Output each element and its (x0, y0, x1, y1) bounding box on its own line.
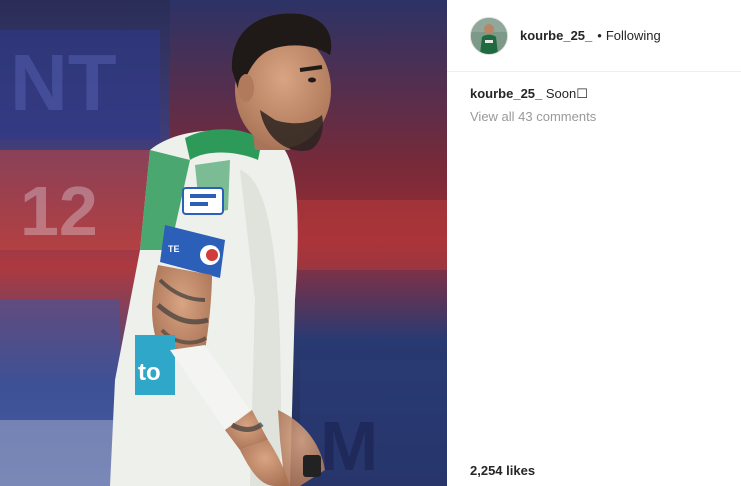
instagram-post: NT 12 M ΤΕ to kourbe_25_ • Following kou… (0, 0, 741, 486)
avatar-image (471, 17, 507, 54)
following-button[interactable]: Following (606, 28, 661, 43)
svg-text:12: 12 (20, 172, 98, 250)
svg-text:M: M (320, 407, 378, 485)
username-link[interactable]: kourbe_25_ (520, 28, 592, 43)
post-header: kourbe_25_ • Following (447, 0, 741, 72)
post-caption: kourbe_25_ Soon☐ (447, 72, 741, 103)
caption-text: Soon☐ (545, 86, 588, 101)
post-side-panel: kourbe_25_ • Following kourbe_25_ Soon☐ … (447, 0, 741, 486)
avatar[interactable] (470, 16, 508, 55)
svg-text:NT: NT (10, 38, 117, 127)
caption-username[interactable]: kourbe_25_ (470, 86, 542, 101)
likes-count[interactable]: 2,254 likes (470, 463, 535, 478)
header-separator: • (597, 28, 602, 43)
shirt-sponsor-text: to (138, 359, 161, 386)
post-photo[interactable]: NT 12 M ΤΕ to (0, 0, 447, 486)
view-all-comments-link[interactable]: View all 43 comments (447, 103, 741, 124)
armband-text: ΤΕ (168, 244, 180, 254)
player-photo-illustration: NT 12 M ΤΕ to (0, 0, 447, 486)
